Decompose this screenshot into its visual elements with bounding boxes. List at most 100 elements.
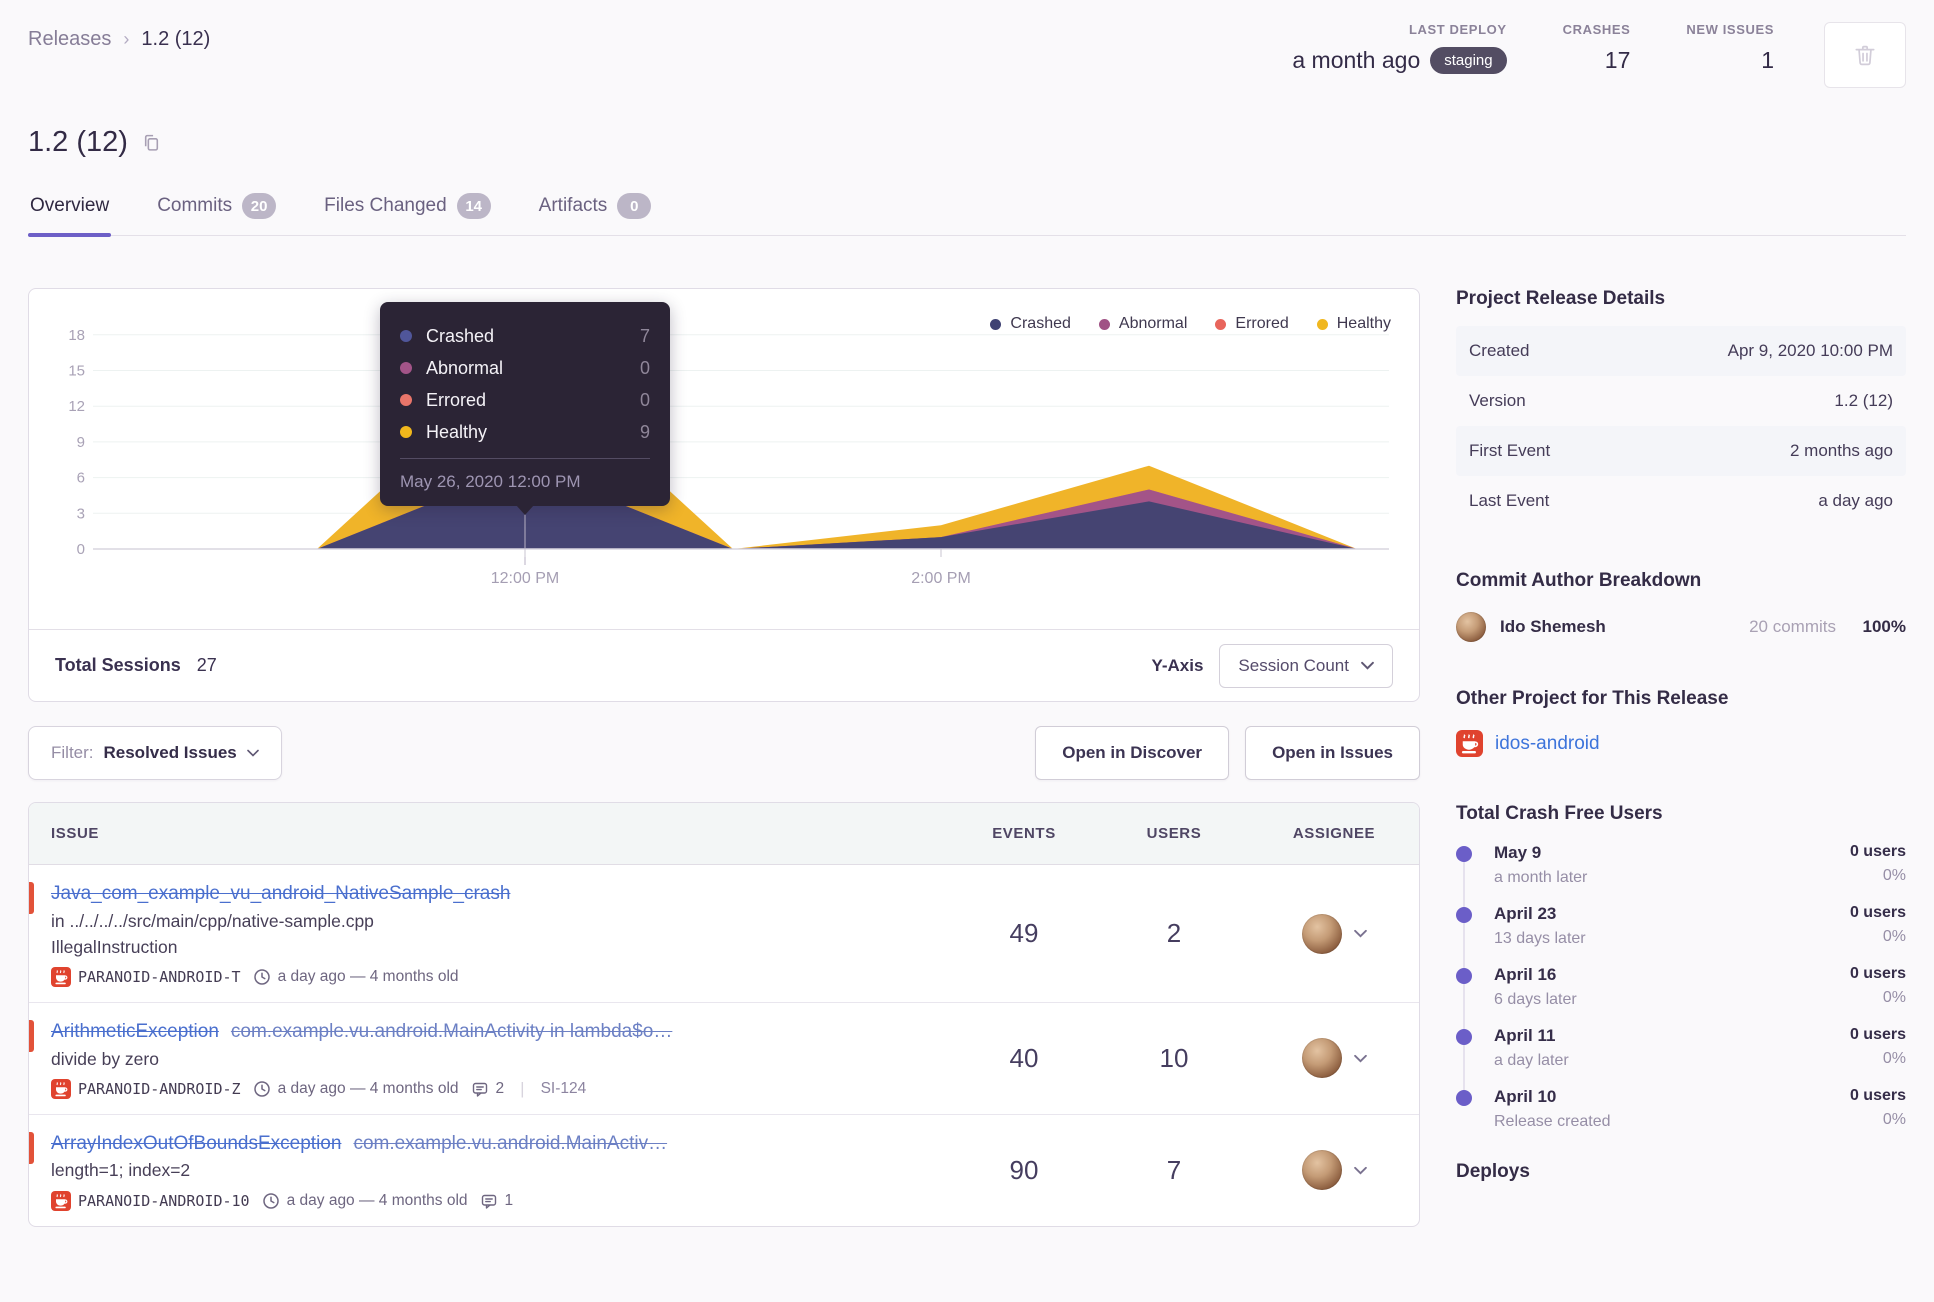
tab-files-changed[interactable]: Files Changed 14 bbox=[322, 185, 493, 235]
issues-filter-select[interactable]: Filter: Resolved Issues bbox=[28, 726, 282, 780]
open-in-issues-button[interactable]: Open in Issues bbox=[1245, 726, 1420, 780]
tooltip-row-errored: Errored 0 bbox=[400, 384, 650, 416]
chevron-down-icon[interactable] bbox=[1353, 929, 1367, 938]
crash-free-entry: April 23 13 days later 0 users 0% bbox=[1456, 904, 1906, 970]
open-in-discover-button[interactable]: Open in Discover bbox=[1035, 726, 1230, 780]
issue-message: IllegalInstruction bbox=[51, 936, 178, 957]
legend-item-crashed[interactable]: Crashed bbox=[990, 315, 1071, 333]
detail-label: First Event bbox=[1469, 441, 1551, 460]
crash-free-entry-left: April 23 13 days later bbox=[1494, 904, 1586, 948]
tab-overview[interactable]: Overview bbox=[28, 185, 112, 237]
detail-row-last-event: Last Event a day ago bbox=[1456, 476, 1906, 526]
commit-author-row: Ido Shemesh 20 commits 100% bbox=[1456, 612, 1906, 642]
project-badge[interactable]: PARANOID-ANDROID-Z bbox=[51, 1078, 241, 1099]
issue-message: length=1; index=2 bbox=[51, 1160, 191, 1181]
clock-icon bbox=[253, 1080, 271, 1098]
crash-free-users: 0 users bbox=[1849, 843, 1906, 860]
issues-table-header: ISSUE EVENTS USERS ASSIGNEE bbox=[29, 803, 1419, 865]
delete-release-button[interactable] bbox=[1824, 22, 1906, 88]
total-sessions-label: Total Sessions bbox=[55, 655, 181, 675]
chevron-down-icon[interactable] bbox=[1353, 1166, 1367, 1175]
tab-artifacts[interactable]: Artifacts 0 bbox=[537, 185, 654, 235]
release-tabs: Overview Commits 20 Files Changed 14 Art… bbox=[28, 185, 1906, 237]
tooltip-series-dot bbox=[400, 362, 412, 374]
issue-culprit[interactable]: com.example.vu.android.MainActiv… bbox=[353, 1133, 667, 1154]
other-project-link[interactable]: idos-android bbox=[1495, 733, 1600, 755]
clock-icon bbox=[262, 1192, 280, 1210]
crash-free-entry-right: 0 users 0% bbox=[1850, 965, 1906, 1009]
assignee-avatar[interactable] bbox=[1301, 913, 1342, 954]
crash-free-sublabel: a month later bbox=[1494, 869, 1588, 886]
issue-assignee bbox=[1249, 1038, 1419, 1079]
chevron-down-icon[interactable] bbox=[1353, 1054, 1367, 1063]
detail-row-version: Version 1.2 (12) bbox=[1456, 376, 1906, 426]
crash-free-percent: 0% bbox=[1882, 928, 1906, 945]
copy-version-button[interactable] bbox=[140, 131, 163, 154]
tab-commits[interactable]: Commits 20 bbox=[155, 185, 278, 235]
sessions-chart-svg[interactable]: 0 3 6 9 12 15 18 12:00 PM 2:00 PM bbox=[29, 291, 1417, 631]
chart-tooltip-rows: Crashed 7 Abnormal 0 Errored 0 Healthy 9 bbox=[400, 320, 650, 448]
legend-item-abnormal[interactable]: Abnormal bbox=[1098, 315, 1187, 333]
release-details-heading: Project Release Details bbox=[1456, 288, 1666, 309]
issue-age: a day ago — 4 months old bbox=[253, 1080, 459, 1098]
issue-row: Java_com_example_vu_android_NativeSample… bbox=[29, 865, 1419, 1004]
assignee-avatar[interactable] bbox=[1301, 1150, 1342, 1191]
tooltip-row-abnormal: Abnormal 0 bbox=[400, 352, 650, 384]
issue-title-link[interactable]: ArrayIndexOutOfBoundsException bbox=[51, 1133, 341, 1154]
crashes-value: 17 bbox=[1604, 47, 1631, 73]
content: 0 3 6 9 12 15 18 12:00 PM 2:00 PM Crashed Abnorma… bbox=[28, 288, 1906, 1227]
breadcrumb-releases-link[interactable]: Releases bbox=[28, 28, 111, 51]
project-cup-icon bbox=[51, 967, 71, 988]
detail-value: a day ago bbox=[1818, 491, 1893, 510]
crash-free-percent: 0% bbox=[1882, 1111, 1906, 1128]
tab-artifacts-badge: 0 bbox=[617, 193, 652, 219]
timeline-dot-icon bbox=[1456, 907, 1472, 923]
breadcrumb-current: 1.2 (12) bbox=[141, 28, 211, 50]
crash-free-users: 0 users bbox=[1849, 1087, 1906, 1104]
project-badge[interactable]: PARANOID-ANDROID-10 bbox=[51, 1190, 250, 1211]
breadcrumb: Releases › 1.2 (12) bbox=[28, 22, 210, 51]
issue-age-text: a day ago — 4 months old bbox=[286, 1191, 468, 1209]
comment-count[interactable]: 2 bbox=[471, 1079, 505, 1098]
error-level-indicator bbox=[29, 1020, 34, 1053]
issue-age: a day ago — 4 months old bbox=[253, 968, 459, 986]
crash-free-sublabel: Release created bbox=[1494, 1113, 1611, 1130]
filter-prefix: Filter: bbox=[51, 743, 94, 762]
comment-count[interactable]: 1 bbox=[480, 1192, 513, 1210]
tooltip-series-label: Errored bbox=[426, 389, 487, 410]
issue-title-link[interactable]: ArithmeticException bbox=[51, 1021, 219, 1042]
issue-events-count: 40 bbox=[1009, 1042, 1039, 1073]
tooltip-series-dot bbox=[400, 426, 412, 438]
legend-item-healthy[interactable]: Healthy bbox=[1316, 315, 1391, 333]
detail-row-created: Created Apr 9, 2020 10:00 PM bbox=[1456, 326, 1906, 376]
issue-meta: PARANOID-ANDROID-T a day ago — 4 months o… bbox=[51, 967, 949, 988]
yaxis-select[interactable]: Session Count bbox=[1219, 643, 1393, 688]
issue-summary: Java_com_example_vu_android_NativeSample… bbox=[29, 880, 949, 988]
commit-author-section: Commit Author Breakdown Ido Shemesh 20 c… bbox=[1456, 570, 1906, 642]
column-events: EVENTS bbox=[992, 825, 1056, 842]
legend-label: Crashed bbox=[1010, 315, 1071, 332]
project-badge[interactable]: PARANOID-ANDROID-T bbox=[51, 967, 241, 988]
top-bar: Releases › 1.2 (12) LAST DEPLOY a month … bbox=[28, 22, 1906, 88]
issue-users-count: 7 bbox=[1166, 1154, 1182, 1185]
project-slug: PARANOID-ANDROID-Z bbox=[78, 1079, 241, 1098]
title-row: 1.2 (12) bbox=[28, 126, 1906, 159]
crash-free-percent: 0% bbox=[1882, 1050, 1906, 1067]
crash-free-entry-right: 0 users 0% bbox=[1850, 1026, 1906, 1070]
legend-item-errored[interactable]: Errored bbox=[1215, 315, 1289, 333]
issue-location: in ../../../../src/main/cpp/native-sampl… bbox=[51, 910, 374, 931]
x-axis-tick: 12:00 PM bbox=[491, 570, 559, 587]
comment-icon bbox=[480, 1192, 498, 1210]
filter-value: Resolved Issues bbox=[103, 743, 237, 762]
deploys-heading: Deploys bbox=[1456, 1161, 1530, 1182]
chart-legend: Crashed Abnormal Errored Healthy bbox=[990, 315, 1391, 333]
timeline-dot-icon bbox=[1456, 1090, 1472, 1106]
timeline-dot-icon bbox=[1456, 1029, 1472, 1045]
issue-title-link[interactable]: Java_com_example_vu_android_NativeSample… bbox=[51, 883, 510, 904]
y-axis-tick: 3 bbox=[77, 505, 85, 522]
comment-count-value: 2 bbox=[495, 1079, 505, 1097]
legend-label: Errored bbox=[1235, 315, 1289, 332]
issue-culprit[interactable]: com.example.vu.android.MainActivity in l… bbox=[231, 1021, 672, 1042]
assignee-avatar[interactable] bbox=[1301, 1038, 1342, 1079]
crash-free-entry: May 9 a month later 0 users 0% bbox=[1456, 843, 1906, 909]
